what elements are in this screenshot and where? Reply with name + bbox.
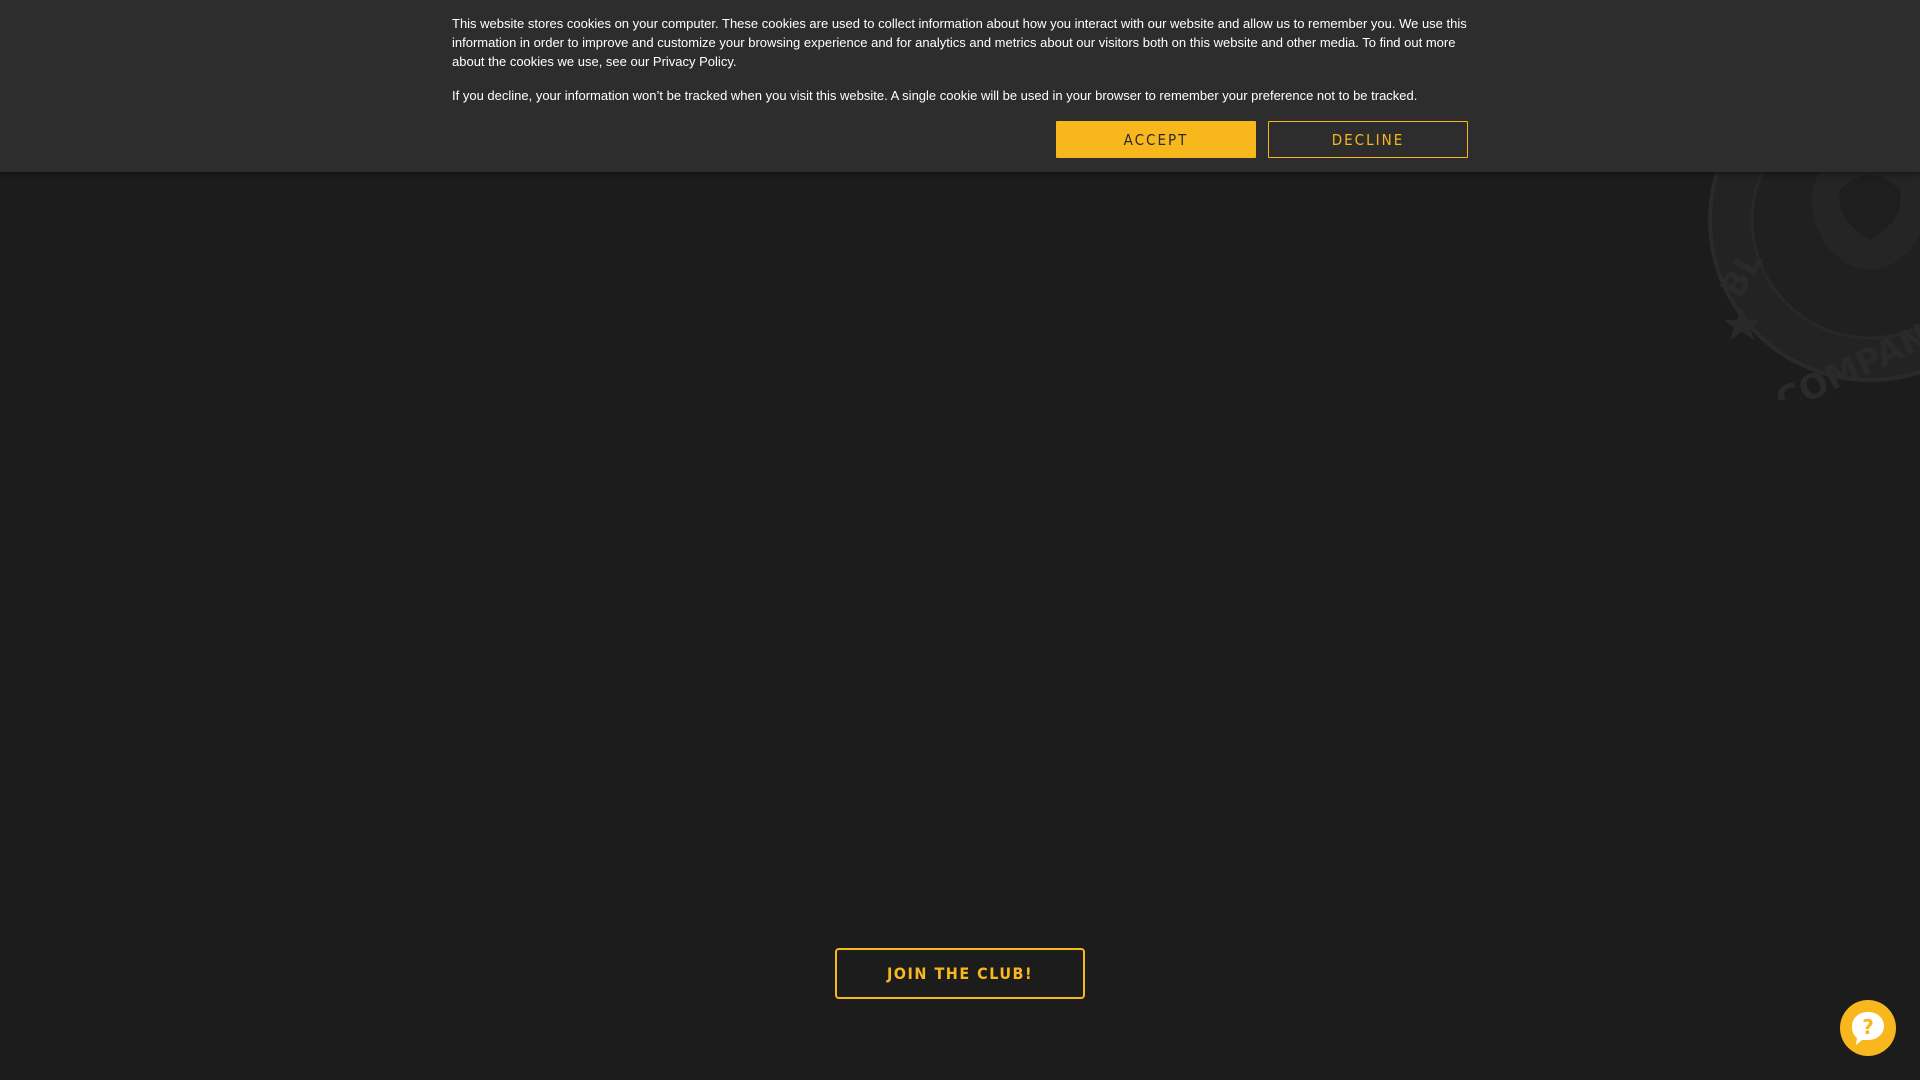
cookie-decline-notice: If you decline, your information won’t b… — [452, 88, 1418, 103]
svg-text:?: ? — [1862, 1015, 1874, 1039]
join-club-button[interactable]: JOIN THE CLUB! — [835, 948, 1085, 999]
cookie-banner-content: This website stores cookies on your comp… — [452, 14, 1468, 120]
cookie-buttons: Accept Decline — [1056, 121, 1468, 158]
privacy-policy-link[interactable]: Privacy Policy — [653, 54, 733, 69]
decline-button[interactable]: Decline — [1268, 121, 1468, 158]
help-chat-button[interactable]: ? — [1840, 1000, 1896, 1056]
cookie-description-end: . — [732, 54, 737, 69]
accept-button[interactable]: Accept — [1056, 121, 1256, 158]
page: BL COMPANY This website stores cookies o… — [0, 0, 1920, 1080]
cookie-description-text: This website stores cookies on your comp… — [452, 16, 1467, 69]
question-chat-icon: ? — [1852, 1012, 1884, 1045]
cookie-banner: This website stores cookies on your comp… — [0, 0, 1920, 172]
cookie-description: This website stores cookies on your comp… — [452, 14, 1468, 71]
